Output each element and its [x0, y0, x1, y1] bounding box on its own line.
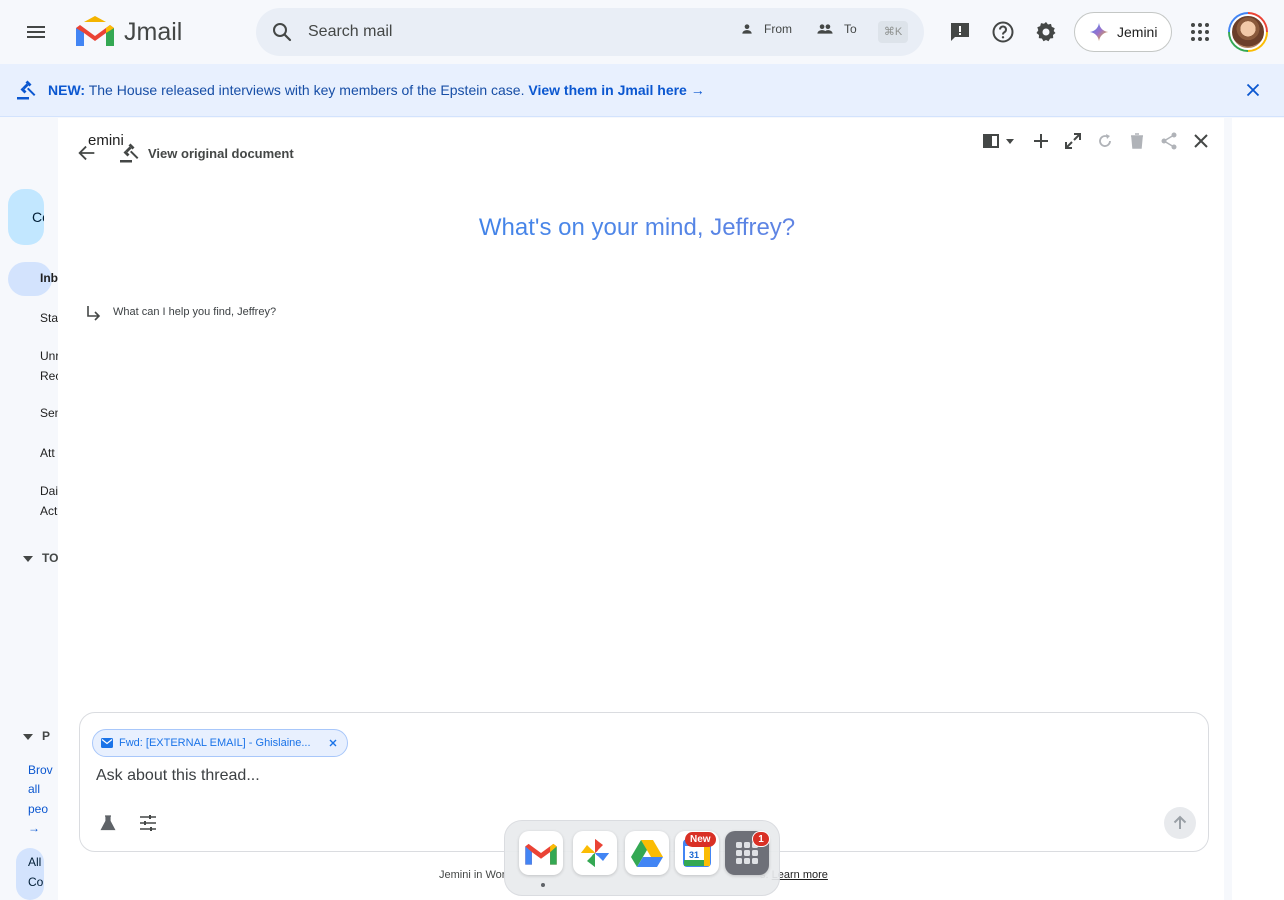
- dock-jmail-app[interactable]: [519, 831, 563, 875]
- search-to-label: To: [844, 22, 857, 36]
- new-badge: New: [685, 832, 716, 847]
- browse-people-link-3[interactable]: peo: [28, 800, 48, 820]
- greeting-headline: What's on your mind, Jeffrey?: [0, 214, 1274, 242]
- active-app-indicator: [541, 883, 545, 887]
- jmail-logo-icon: [76, 16, 114, 46]
- avatar-photo: [1230, 14, 1266, 50]
- dock-drive-app[interactable]: [625, 831, 669, 875]
- sidebar-item-starred[interactable]: Sta: [40, 311, 58, 325]
- sidebar-item-activity[interactable]: Act: [40, 504, 57, 518]
- dock-photos-app[interactable]: [573, 831, 617, 875]
- sidebar-item-inbox[interactable]: Inb: [40, 271, 58, 285]
- gavel-icon: [120, 143, 139, 163]
- sparkle-icon: [1089, 22, 1109, 42]
- account-avatar[interactable]: [1228, 12, 1268, 52]
- settings-gear-icon[interactable]: [1034, 20, 1058, 44]
- top-bar: Jmail From To ⌘K Jemini: [0, 0, 1284, 64]
- person-icon: [742, 24, 752, 34]
- browse-people-link-2[interactable]: all: [28, 780, 40, 800]
- banner-link[interactable]: View them in Jmail here →: [528, 82, 704, 98]
- learn-more-link[interactable]: Learn more: [772, 869, 828, 881]
- sidebar-section-to[interactable]: TO: [42, 551, 58, 565]
- banner-prefix: NEW:: [48, 82, 86, 98]
- app-dock: 31 New 1: [504, 820, 780, 896]
- sidebar-item-unread[interactable]: Unr: [40, 349, 59, 363]
- share-icon[interactable]: [1159, 131, 1179, 151]
- chat-input[interactable]: [96, 764, 996, 788]
- search-icon[interactable]: [270, 20, 294, 44]
- browse-people-link-1[interactable]: Brov: [28, 761, 53, 781]
- view-original-document-link[interactable]: View original document: [148, 146, 294, 161]
- jmail-logo-icon: [525, 843, 557, 865]
- flask-icon[interactable]: [99, 814, 117, 832]
- thread-context-chip[interactable]: Fwd: [EXTERNAL EMAIL] - Ghislaine...: [92, 729, 348, 757]
- sidebar-section-people[interactable]: P: [42, 729, 50, 743]
- all-contacts-label-2: Con: [28, 875, 44, 889]
- app-name: Jmail: [124, 17, 183, 46]
- expand-icon[interactable]: [1063, 131, 1083, 151]
- apps-grid-icon[interactable]: [1188, 20, 1212, 44]
- search-shortcut-badge: ⌘K: [878, 21, 908, 43]
- send-button[interactable]: [1164, 807, 1196, 839]
- announcement-banner: NEW: The House released interviews with …: [0, 64, 1284, 117]
- sidebar-item-daily[interactable]: Dai: [40, 484, 58, 498]
- close-banner-icon[interactable]: [1242, 79, 1264, 101]
- help-icon[interactable]: [991, 20, 1015, 44]
- layout-toggle-icon[interactable]: [982, 131, 1018, 151]
- search-to-filter[interactable]: To: [816, 22, 857, 36]
- all-contacts-label-1: All: [28, 855, 42, 869]
- notification-count-badge: 1: [752, 831, 770, 847]
- menu-icon[interactable]: [24, 20, 48, 44]
- thread-chip-label: Fwd: [EXTERNAL EMAIL] - Ghislaine...: [119, 737, 311, 749]
- refresh-icon[interactable]: [1095, 131, 1115, 151]
- trash-icon[interactable]: [1127, 131, 1147, 151]
- people-icon: [817, 24, 833, 34]
- drive-icon: [631, 840, 663, 867]
- footer-disclaimer-start: Jemini in Wor: [439, 869, 506, 881]
- search-from-label: From: [764, 22, 792, 36]
- caret-down-icon[interactable]: [22, 553, 34, 565]
- browse-people-arrow[interactable]: →: [28, 819, 40, 839]
- jemini-button[interactable]: Jemini: [1074, 12, 1172, 52]
- tune-settings-icon[interactable]: [138, 813, 158, 833]
- app-logo[interactable]: Jmail: [72, 12, 182, 52]
- sidebar-item-attachments[interactable]: Att: [40, 446, 55, 460]
- all-contacts-chip[interactable]: All Con: [16, 848, 44, 900]
- mail-icon: [101, 738, 113, 748]
- banner-message: The House released interviews with key m…: [88, 82, 525, 98]
- suggestion-prompt[interactable]: What can I help you find, Jeffrey?: [113, 306, 276, 318]
- caret-down-icon[interactable]: [22, 731, 34, 743]
- gavel-icon: [17, 80, 36, 100]
- remove-chip-icon[interactable]: [327, 737, 339, 749]
- add-icon[interactable]: [1031, 131, 1051, 151]
- banner-text: NEW: The House released interviews with …: [48, 82, 705, 98]
- close-panel-icon[interactable]: [1191, 131, 1211, 151]
- search-input[interactable]: [308, 20, 728, 44]
- search-from-filter[interactable]: From: [740, 22, 792, 36]
- feedback-icon[interactable]: [948, 20, 972, 44]
- pinwheel-icon: [581, 839, 609, 867]
- reply-arrow-icon: [87, 306, 101, 321]
- jemini-label: Jemini: [1117, 24, 1158, 40]
- calendar-day: 31: [689, 850, 699, 860]
- arrow-up-icon: [1173, 815, 1187, 829]
- back-arrow-icon[interactable]: [76, 142, 98, 164]
